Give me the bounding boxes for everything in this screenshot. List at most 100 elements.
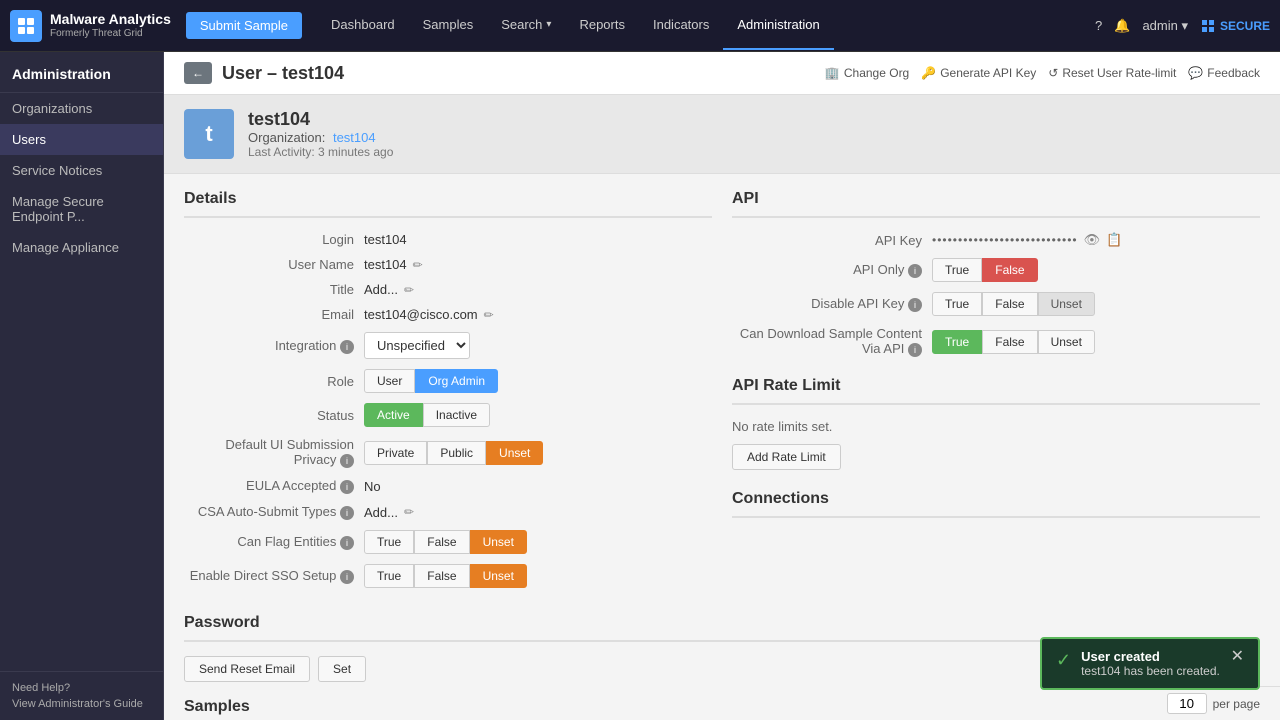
- sidebar-item-service-notices[interactable]: Service Notices: [0, 155, 163, 186]
- send-reset-email-btn[interactable]: Send Reset Email: [184, 656, 310, 682]
- flag-true-btn[interactable]: True: [364, 530, 414, 554]
- csa-info[interactable]: i: [340, 506, 354, 520]
- back-button[interactable]: ←: [184, 62, 212, 84]
- field-api-key: API Key •••••••••••••••••••••••••••• 👁 📋: [732, 232, 1260, 248]
- disable-api-button-group: True False Unset: [932, 292, 1095, 316]
- user-avatar: t: [184, 109, 234, 159]
- api-key-copy-icon[interactable]: 📋: [1106, 232, 1122, 248]
- nav-indicators[interactable]: Indicators: [639, 1, 723, 50]
- status-button-group: Active Inactive: [364, 403, 490, 427]
- privacy-unset-btn[interactable]: Unset: [486, 441, 543, 465]
- cisco-secure-badge: SECURE: [1200, 18, 1270, 34]
- logo-text: Malware Analytics Formerly Threat Grid: [50, 11, 171, 40]
- sidebar-item-secure-endpoint[interactable]: Manage Secure Endpoint P...: [0, 186, 163, 232]
- role-user-btn[interactable]: User: [364, 369, 415, 393]
- need-help-link[interactable]: Need Help?: [12, 682, 152, 694]
- sidebar-item-manage-appliance[interactable]: Manage Appliance: [0, 232, 163, 263]
- no-limits-text: No rate limits set.: [732, 419, 1260, 434]
- role-org-admin-btn[interactable]: Org Admin: [415, 369, 498, 393]
- api-only-button-group: True False: [932, 258, 1038, 282]
- email-edit-icon[interactable]: ✏: [484, 308, 494, 322]
- toast-close-btn[interactable]: ✕: [1231, 649, 1244, 665]
- nav-dashboard[interactable]: Dashboard: [317, 1, 409, 50]
- sidebar-item-organizations[interactable]: Organizations: [0, 93, 163, 124]
- nav-samples[interactable]: Samples: [409, 1, 488, 50]
- download-info[interactable]: i: [908, 343, 922, 357]
- change-org-link[interactable]: 🏢 Change Org: [825, 66, 909, 80]
- privacy-private-btn[interactable]: Private: [364, 441, 427, 465]
- status-active-btn[interactable]: Active: [364, 403, 423, 427]
- toast-notification: ✓ User created test104 has been created.…: [1040, 637, 1260, 690]
- privacy-info[interactable]: i: [340, 454, 354, 468]
- sso-info[interactable]: i: [340, 570, 354, 584]
- nav-links: Dashboard Samples Search ▾ Reports Indic…: [317, 1, 1095, 50]
- reset-rate-limit-link[interactable]: ↺ Reset User Rate-limit: [1048, 66, 1176, 80]
- generate-api-key-link[interactable]: 🔑 Generate API Key: [921, 66, 1036, 80]
- flag-unset-btn[interactable]: Unset: [470, 530, 527, 554]
- add-rate-limit-btn[interactable]: Add Rate Limit: [732, 444, 841, 470]
- sidebar-item-users[interactable]: Users: [0, 124, 163, 155]
- api-only-false-btn[interactable]: False: [982, 258, 1037, 282]
- disable-api-true-btn[interactable]: True: [932, 292, 982, 316]
- nav-search[interactable]: Search ▾: [487, 1, 565, 50]
- content-area: ← User – test104 🏢 Change Org 🔑 Generate…: [164, 52, 1280, 720]
- username-edit-icon[interactable]: ✏: [413, 258, 423, 272]
- status-inactive-btn[interactable]: Inactive: [423, 403, 490, 427]
- flag-info[interactable]: i: [340, 536, 354, 550]
- content-header: ← User – test104 🏢 Change Org 🔑 Generate…: [164, 52, 1280, 95]
- field-submission-privacy: Default UI Submission Privacy i Private …: [184, 437, 712, 468]
- per-page-input[interactable]: [1167, 693, 1207, 714]
- disable-api-false-btn[interactable]: False: [982, 292, 1037, 316]
- notifications-button[interactable]: 🔔: [1114, 18, 1130, 34]
- sso-true-btn[interactable]: True: [364, 564, 414, 588]
- org-link[interactable]: test104: [333, 130, 376, 145]
- csa-edit-icon[interactable]: ✏: [404, 505, 414, 519]
- sso-button-group: True False Unset: [364, 564, 527, 588]
- field-login: Login test104: [184, 232, 712, 247]
- sso-unset-btn[interactable]: Unset: [470, 564, 527, 588]
- api-section-title: API: [732, 190, 1260, 218]
- help-button[interactable]: ?: [1095, 18, 1102, 33]
- integration-info[interactable]: i: [340, 340, 354, 354]
- admin-guide-link[interactable]: View Administrator's Guide: [12, 698, 152, 710]
- submit-sample-button[interactable]: Submit Sample: [186, 12, 302, 39]
- toast-success-icon: ✓: [1056, 650, 1071, 671]
- feedback-link[interactable]: 💬 Feedback: [1188, 66, 1260, 80]
- per-page-label: per page: [1213, 697, 1260, 711]
- username-value: test104: [364, 257, 407, 272]
- samples-section: Samples 📅: [164, 698, 1280, 720]
- set-password-btn[interactable]: Set: [318, 656, 366, 682]
- privacy-button-group: Private Public Unset: [364, 441, 543, 465]
- two-col-layout: Details Login test104 User Name test104 …: [164, 174, 1280, 614]
- title-value: Add...: [364, 282, 398, 297]
- admin-menu[interactable]: admin ▾: [1142, 18, 1188, 34]
- flag-button-group: True False Unset: [364, 530, 527, 554]
- privacy-public-btn[interactable]: Public: [427, 441, 486, 465]
- csa-value: Add...: [364, 505, 398, 520]
- field-role: Role User Org Admin: [184, 369, 712, 393]
- sidebar-title: Administration: [0, 52, 163, 93]
- sidebar: Administration Organizations Users Servi…: [0, 52, 164, 720]
- download-false-btn[interactable]: False: [982, 330, 1037, 354]
- brand-name: Malware Analytics: [50, 11, 171, 28]
- top-nav: Malware Analytics Formerly Threat Grid S…: [0, 0, 1280, 52]
- field-integration: Integration i Unspecified: [184, 332, 712, 359]
- eula-value: No: [364, 479, 381, 494]
- page-title: User – test104: [222, 63, 815, 84]
- field-can-flag: Can Flag Entities i True False Unset: [184, 530, 712, 554]
- nav-reports[interactable]: Reports: [565, 1, 639, 50]
- title-edit-icon[interactable]: ✏: [404, 283, 414, 297]
- nav-administration[interactable]: Administration: [723, 1, 833, 50]
- api-key-show-icon[interactable]: 👁: [1084, 232, 1101, 248]
- sso-false-btn[interactable]: False: [414, 564, 469, 588]
- download-unset-btn[interactable]: Unset: [1038, 330, 1095, 354]
- integration-dropdown[interactable]: Unspecified: [364, 332, 470, 359]
- flag-false-btn[interactable]: False: [414, 530, 469, 554]
- eula-info[interactable]: i: [340, 480, 354, 494]
- disable-api-unset-btn[interactable]: Unset: [1038, 292, 1095, 316]
- disable-api-info[interactable]: i: [908, 298, 922, 312]
- toast-content: User created test104 has been created.: [1081, 649, 1220, 678]
- api-only-true-btn[interactable]: True: [932, 258, 982, 282]
- download-true-btn[interactable]: True: [932, 330, 982, 354]
- api-only-info[interactable]: i: [908, 264, 922, 278]
